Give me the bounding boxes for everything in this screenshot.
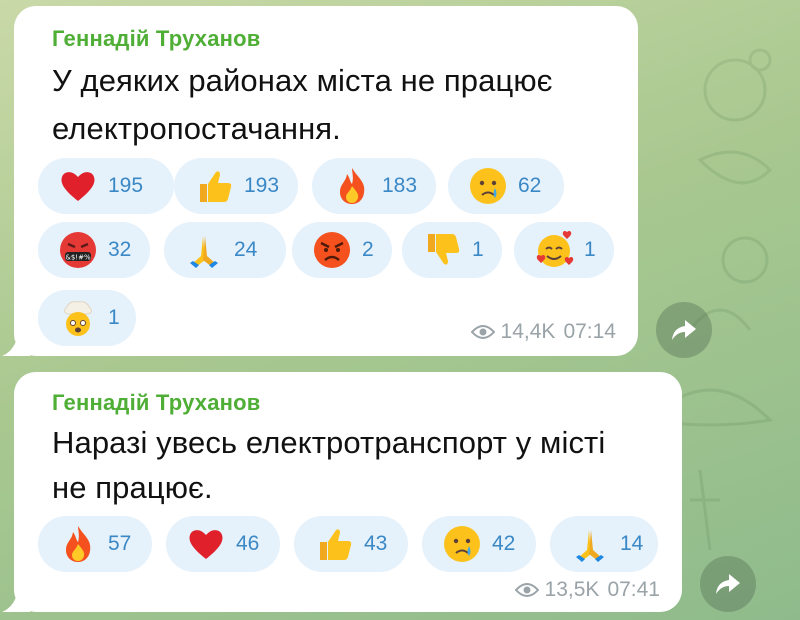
reaction-count: 62: [518, 174, 542, 197]
message-text-line: електропостачання.: [52, 111, 341, 146]
message-time: 07:14: [563, 320, 616, 343]
reaction-count: 1: [584, 238, 596, 261]
fire-icon: [66, 526, 91, 562]
reaction-pill[interactable]: 24: [164, 222, 286, 278]
reaction-count: 1: [472, 238, 484, 261]
reaction-count: 193: [244, 174, 280, 197]
share-arrow-icon: [672, 320, 696, 340]
reaction-pill[interactable]: 42: [422, 516, 536, 572]
message-meta: 13,5K 07:41: [514, 578, 660, 602]
message-time: 07:41: [607, 578, 660, 601]
crying-face-icon: [470, 168, 506, 204]
message-text-line: У деяких районах міста не працює: [52, 63, 553, 98]
reaction-pill[interactable]: 1: [38, 290, 136, 346]
message-author[interactable]: Геннадій Труханов: [52, 26, 261, 52]
reaction-count: 2: [362, 238, 374, 261]
red-heart-icon: [189, 530, 223, 559]
message-author[interactable]: Геннадій Труханов: [52, 390, 261, 416]
angry-face-icon: [314, 232, 350, 268]
reaction-count: 183: [382, 174, 418, 197]
reaction-count: 32: [108, 238, 132, 261]
reaction-pill[interactable]: 62: [448, 158, 564, 214]
reaction-pill[interactable]: 1: [514, 222, 614, 278]
fire-icon: [340, 168, 365, 204]
eye-icon: [470, 325, 495, 339]
reaction-count: 1: [108, 306, 120, 329]
reaction-count: 14: [620, 532, 644, 555]
reaction-pill[interactable]: 1: [402, 222, 502, 278]
reaction-pill[interactable]: 14: [550, 516, 658, 572]
view-count: 13,5K: [544, 578, 600, 601]
thumbs-up-icon: [320, 529, 352, 560]
smiling-face-with-hearts-icon: [536, 230, 574, 267]
message-bubble[interactable]: Геннадій Труханов У деяких районах міста…: [2, 6, 638, 356]
reaction-pill[interactable]: 183: [312, 158, 436, 214]
reaction-pill[interactable]: 57: [38, 516, 152, 572]
message-meta: 14,4K 07:14: [470, 320, 616, 344]
reaction-pill[interactable]: 46: [166, 516, 280, 572]
bubble-tail: [2, 588, 30, 612]
thumbs-down-icon: [428, 234, 460, 265]
crying-face-icon: [444, 526, 480, 562]
reaction-pill[interactable]: 43: [294, 516, 408, 572]
exploding-head-icon: [63, 301, 93, 336]
reaction-count: 46: [236, 532, 260, 555]
reaction-pill[interactable]: 195: [38, 158, 174, 214]
reaction-pill[interactable]: 2: [292, 222, 392, 278]
thumbs-up-icon: [200, 171, 232, 202]
share-button[interactable]: [656, 302, 712, 358]
svg-text:&$!#%: &$!#%: [65, 254, 91, 262]
reaction-count: 195: [108, 174, 144, 197]
message-text-line: не працює.: [52, 470, 213, 505]
reaction-count: 57: [108, 532, 132, 555]
folded-hands-icon: [190, 236, 218, 268]
reaction-count: 24: [234, 238, 258, 261]
red-heart-icon: [61, 172, 95, 201]
share-button[interactable]: [700, 556, 756, 612]
message-bubble[interactable]: Геннадій Труханов Наразі увесь електротр…: [2, 372, 682, 612]
folded-hands-icon: [576, 530, 604, 562]
face-with-symbols-icon: &$!#%: [60, 232, 96, 268]
reaction-count: 42: [492, 532, 516, 555]
reaction-count: 43: [364, 532, 388, 555]
eye-icon: [514, 583, 539, 597]
reaction-pill[interactable]: 193: [174, 158, 298, 214]
view-count: 14,4K: [500, 320, 556, 343]
reaction-pill[interactable]: &$!#% 32: [38, 222, 150, 278]
bubble-tail: [2, 332, 30, 356]
message-text-line: Наразі увесь електротранспорт у місті: [52, 425, 606, 460]
share-arrow-icon: [716, 574, 740, 594]
